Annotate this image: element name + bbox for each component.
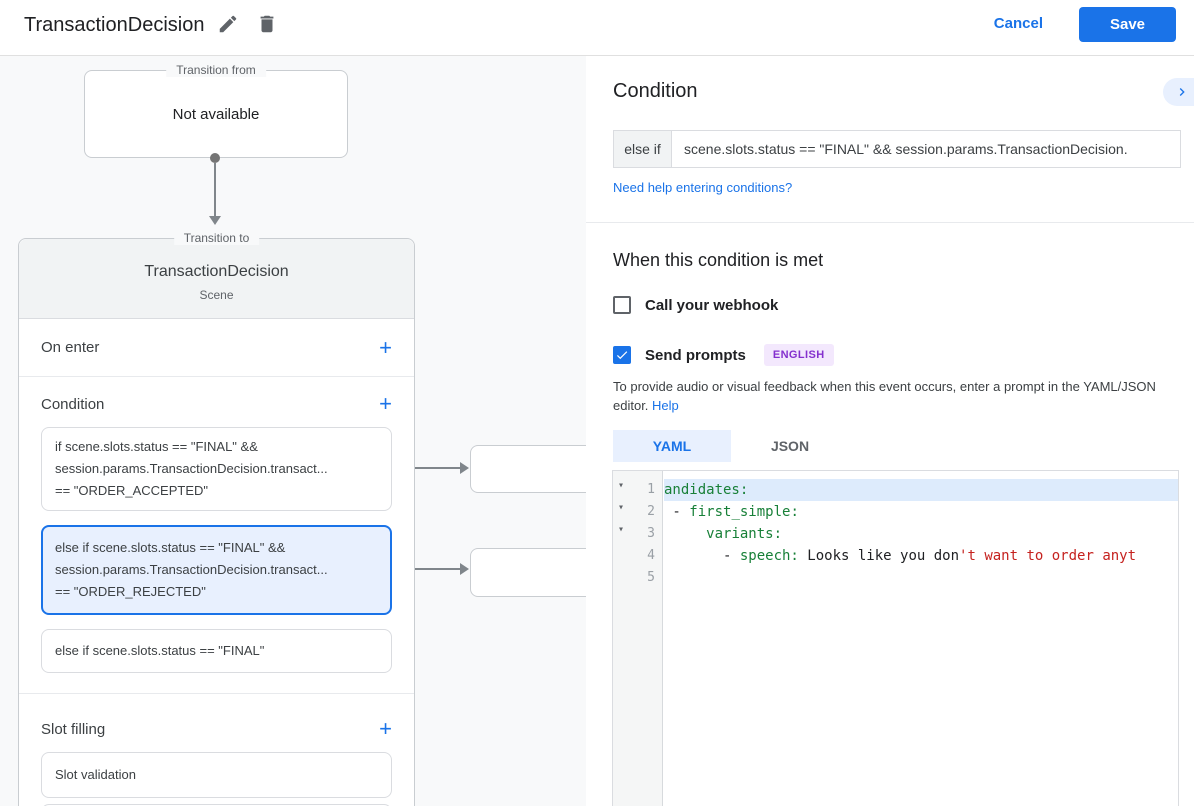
line-number: 3 xyxy=(647,526,655,541)
editor-gutter: ▾ 1 ▾ 2 ▾ 3 4 5 xyxy=(613,471,663,806)
on-enter-row: On enter + xyxy=(19,319,414,377)
language-badge: ENGLISH xyxy=(763,344,834,366)
tab-yaml[interactable]: YAML xyxy=(613,430,731,462)
edit-icon[interactable] xyxy=(217,13,239,35)
condition-expression-input[interactable] xyxy=(671,130,1181,168)
condition-inspector-panel: Condition else if Need help entering con… xyxy=(586,56,1194,806)
code-line-2: - first_simple: xyxy=(664,504,799,520)
editor-code-area[interactable]: andidates: - first_simple: variants: - s… xyxy=(664,471,1178,806)
cancel-button[interactable]: Cancel xyxy=(994,15,1043,32)
when-condition-met-title: When this condition is met xyxy=(613,250,824,270)
transition-from-value: Not available xyxy=(172,105,260,123)
save-button[interactable]: Save xyxy=(1079,7,1176,42)
on-enter-label: On enter xyxy=(41,339,100,356)
condition-section-label: Condition xyxy=(41,395,105,413)
slot-validation-card[interactable]: Slot validation xyxy=(41,752,392,798)
divider xyxy=(586,222,1194,223)
check-icon xyxy=(616,351,628,360)
add-slot-button[interactable]: + xyxy=(379,718,392,740)
condition-card-accepted[interactable]: if scene.slots.status == "FINAL" && sess… xyxy=(41,427,392,511)
flow-canvas: Transition from Not available Transition… xyxy=(0,56,586,806)
connector-line xyxy=(214,163,216,216)
slot-filling-label: Slot filling xyxy=(41,720,106,738)
send-prompts-checkbox[interactable] xyxy=(613,346,631,364)
fold-arrow-icon[interactable]: ▾ xyxy=(618,524,624,535)
chevron-right-icon xyxy=(1179,88,1185,97)
code-line-4: - speech: Looks like you don't want to o… xyxy=(664,548,1137,564)
prompts-description: To provide audio or visual feedback when… xyxy=(613,379,1156,413)
add-condition-button[interactable]: + xyxy=(379,393,392,415)
call-webhook-label: Call your webhook xyxy=(645,296,779,314)
scene-header: TransactionDecision Scene xyxy=(19,239,414,319)
call-webhook-checkbox[interactable] xyxy=(613,296,631,314)
transition-to-panel: Transition to TransactionDecision Scene … xyxy=(18,231,415,806)
topbar: TransactionDecision Cancel Save xyxy=(0,0,1194,56)
arrow-right-icon xyxy=(460,462,469,474)
inspector-title: Condition xyxy=(613,80,698,102)
send-prompts-row: Send prompts ENGLISH xyxy=(613,344,834,366)
page-title: TransactionDecision xyxy=(24,14,205,36)
slot-filling-section: Slot filling + Slot validation xyxy=(19,718,414,806)
line-number: 1 xyxy=(647,482,655,497)
transition-target-box[interactable] xyxy=(470,548,586,597)
fold-arrow-icon[interactable]: ▾ xyxy=(618,480,624,491)
connector-dot xyxy=(210,153,220,163)
code-line-3: variants: xyxy=(706,526,783,542)
tab-json[interactable]: JSON xyxy=(731,430,849,462)
transition-from-legend: Transition from xyxy=(166,63,266,77)
line-number: 5 xyxy=(647,570,655,585)
condition-card-rejected-selected[interactable]: else if scene.slots.status == "FINAL" &&… xyxy=(41,525,392,615)
call-webhook-row: Call your webhook xyxy=(613,296,778,314)
transition-from-box: Transition from Not available xyxy=(84,63,348,158)
yaml-code-editor[interactable]: ▾ 1 ▾ 2 ▾ 3 4 5 andidates: - first_simpl… xyxy=(612,470,1179,806)
scene-name: TransactionDecision xyxy=(144,263,289,280)
condition-card-final[interactable]: else if scene.slots.status == "FINAL" xyxy=(41,629,392,673)
editor-tabs: YAML JSON xyxy=(613,430,849,462)
arrow-down-icon xyxy=(209,216,221,225)
help-link[interactable]: Help xyxy=(652,398,679,413)
line-number: 4 xyxy=(647,548,655,563)
condition-input-row: else if xyxy=(613,130,1181,168)
section-divider xyxy=(19,693,414,694)
code-line-1: andidates: xyxy=(664,479,1178,501)
scene-type: Scene xyxy=(199,288,234,302)
add-on-enter-button[interactable]: + xyxy=(379,336,392,359)
fold-arrow-icon[interactable]: ▾ xyxy=(618,502,624,513)
send-prompts-label: Send prompts xyxy=(645,346,746,364)
delete-icon[interactable] xyxy=(256,13,278,35)
collapse-panel-button[interactable] xyxy=(1163,78,1194,106)
transition-target-box[interactable] xyxy=(470,445,586,493)
transition-to-legend: Transition to xyxy=(173,231,260,245)
line-number: 2 xyxy=(647,504,655,519)
condition-section: Condition + if scene.slots.status == "FI… xyxy=(19,393,414,694)
arrow-right-icon xyxy=(460,563,469,575)
conditions-help-link[interactable]: Need help entering conditions? xyxy=(613,180,792,195)
operator-label: else if xyxy=(613,130,671,168)
